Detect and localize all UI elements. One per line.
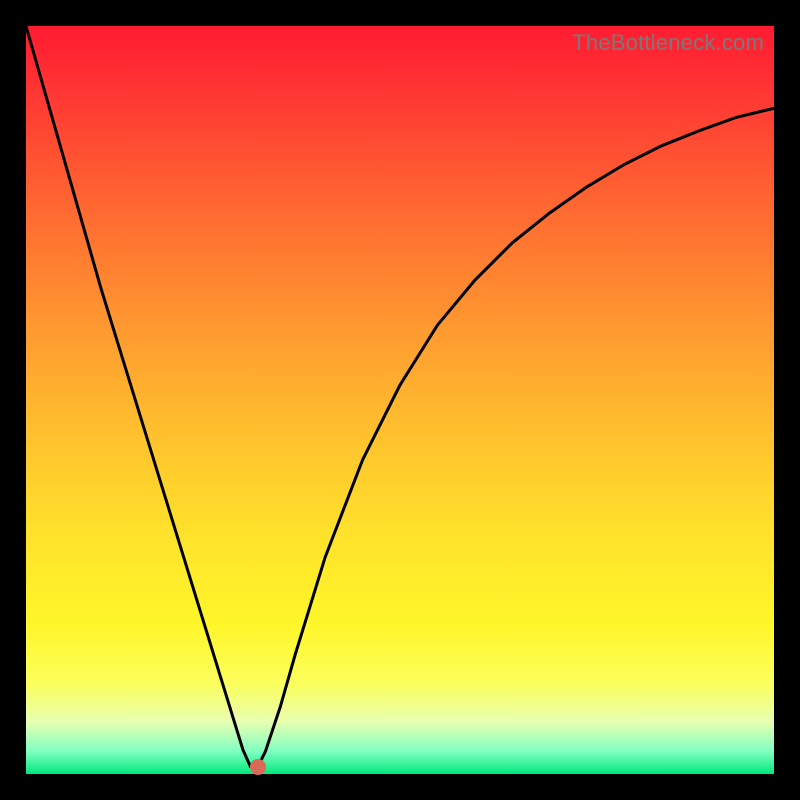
curve-path [26, 26, 774, 767]
optimal-point-marker [250, 759, 266, 775]
plot-area: TheBottleneck.com [26, 26, 774, 774]
bottleneck-curve [26, 26, 774, 774]
watermark-text: TheBottleneck.com [572, 30, 764, 56]
chart-frame: TheBottleneck.com [0, 0, 800, 800]
